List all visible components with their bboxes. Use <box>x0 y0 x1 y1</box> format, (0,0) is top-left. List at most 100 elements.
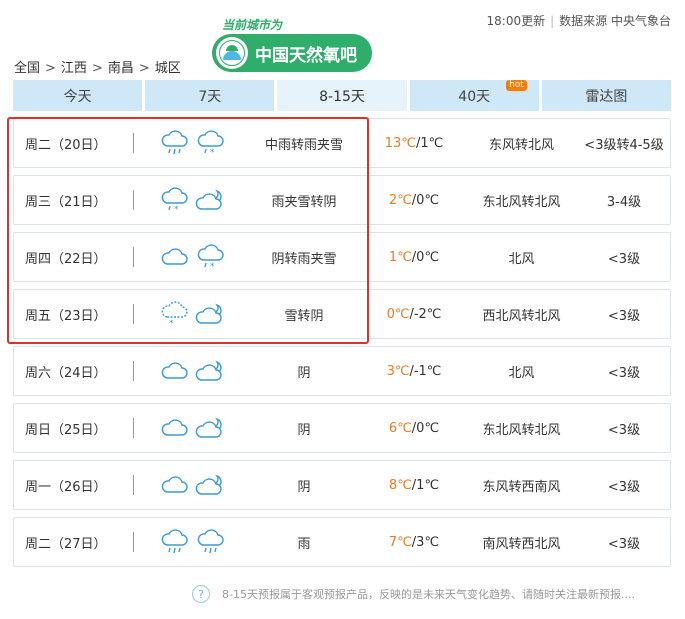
forecast-date: 周日（25日） <box>25 422 107 438</box>
forecast-row: 周三（21日） * 雨夹雪转阴 2℃/0℃ 东北风转北风 3-4级 <box>13 175 671 225</box>
wind-level: <3级 <box>607 536 641 552</box>
temp-low: /0℃ <box>411 420 440 436</box>
temperature: 13℃/1℃ <box>374 119 454 167</box>
divider <box>133 247 134 267</box>
tab-7-days[interactable]: 7天 <box>145 80 275 111</box>
forecast-row: 周五（23日） * 雪转阴 0℃/-2℃ 西北风转北风 <3级 <box>13 289 671 339</box>
question-icon[interactable]: ? <box>192 585 210 603</box>
update-time: 18:00更新 <box>486 14 546 28</box>
temperature: 2℃/0℃ <box>374 176 454 224</box>
cloud-rain-icon <box>197 529 224 554</box>
weather-description: 中雨转雨夹雪 <box>264 137 343 153</box>
cloud-snow-icon: * <box>161 301 188 327</box>
cloud-sleet-icon: * <box>161 187 188 213</box>
tab-8-15-days[interactable]: 8-15天 <box>277 80 407 111</box>
day-weather-icon <box>159 415 189 441</box>
temperature: 6℃/0℃ <box>374 404 454 452</box>
cloud-rain-icon <box>161 130 188 155</box>
cloud-icon <box>161 419 188 436</box>
night-weather-icon: * <box>195 244 225 270</box>
temp-low: /3℃ <box>411 534 440 550</box>
night-weather-icon <box>195 529 225 555</box>
wind-level: <3级 <box>607 308 641 324</box>
tab-40-days[interactable]: 40天 hot <box>409 80 539 111</box>
day-weather-icon <box>159 472 189 498</box>
wind-direction: 东北风转北风 <box>482 194 561 210</box>
forecast-date: 周二（20日） <box>25 137 107 153</box>
temp-high: 8℃ <box>388 477 412 493</box>
svg-text:*: * <box>169 319 174 327</box>
cloud-sleet-icon: * <box>197 130 224 156</box>
tab-radar[interactable]: 雷达图 <box>541 80 672 111</box>
wind-level: <3级 <box>607 422 641 438</box>
temp-high: 2℃ <box>388 192 412 208</box>
forecast-row: 周二（20日） * 中雨转雨夹雪 13℃/1℃ 东风转北风 <3级转4-5级 <box>13 118 671 168</box>
tab-40-days-label: 40天 <box>458 88 491 105</box>
temp-high: 1℃ <box>388 249 412 265</box>
weather-icons <box>159 518 229 566</box>
top-bar: 当前城市为 中国天然氧吧 18:00更新 | 数据来源 中央气象台 全国 > 江西 > 南昌… <box>0 0 685 80</box>
night-weather-icon <box>195 358 225 384</box>
wind-level: <3级转4-5级 <box>584 137 664 153</box>
wind-level: 3-4级 <box>606 194 642 210</box>
weather-icons: * <box>159 176 229 224</box>
temp-high: 6℃ <box>388 420 412 436</box>
day-weather-icon: * <box>159 301 189 327</box>
breadcrumb: 全国 > 江西 > 南昌 > 城区 <box>14 61 181 76</box>
svg-text:*: * <box>210 148 215 156</box>
update-meta: 18:00更新 | 数据来源 中央气象台 <box>486 14 671 28</box>
breadcrumb-province[interactable]: 江西 <box>61 61 87 76</box>
temp-low: /0℃ <box>411 249 440 265</box>
breadcrumb-national[interactable]: 全国 <box>14 61 40 76</box>
logo-badge: 中国天然氧吧 <box>212 34 372 72</box>
cloud-icon <box>161 248 188 265</box>
weather-description: 雪转阴 <box>284 308 324 324</box>
temp-high: 0℃ <box>386 306 410 322</box>
forecast-tabs: 今天 7天 8-15天 40天 hot 雷达图 <box>13 80 672 111</box>
night-weather-icon <box>195 187 225 213</box>
divider <box>133 304 134 324</box>
night-weather-icon: * <box>195 130 225 156</box>
breadcrumb-district[interactable]: 城区 <box>155 61 181 76</box>
wind-direction: 东风转北风 <box>488 137 554 153</box>
weather-icons <box>159 461 229 509</box>
day-weather-icon: * <box>159 187 189 213</box>
temp-low: /-2℃ <box>409 306 442 322</box>
breadcrumb-city[interactable]: 南昌 <box>108 61 134 76</box>
forecast-date: 周六（24日） <box>25 365 107 381</box>
forecast-row: 周四（22日） * 阴转雨夹雪 1℃/0℃ 北风 <3级 <box>13 232 671 282</box>
temp-high: 7℃ <box>388 534 412 550</box>
svg-text:*: * <box>174 205 179 213</box>
temperature: 3℃/-1℃ <box>374 347 454 395</box>
wind-direction: 南风转西北风 <box>482 536 561 552</box>
divider <box>133 475 134 495</box>
weather-icons: * <box>159 233 229 281</box>
oxygen-bar-logo[interactable]: 当前城市为 中国天然氧吧 <box>212 16 376 74</box>
weather-icons: * <box>159 119 229 167</box>
temp-low: /-1℃ <box>409 363 442 379</box>
svg-text:*: * <box>210 262 215 270</box>
cloud-icon <box>161 476 188 493</box>
moon-cloud-icon <box>195 189 222 210</box>
weather-description: 阴 <box>297 422 311 438</box>
temperature: 8℃/1℃ <box>374 461 454 509</box>
night-weather-icon <box>195 301 225 327</box>
day-weather-icon <box>159 244 189 270</box>
footnote: ? 8-15天预报属于客观预报产品，反映的是未来天气变化趋势、请随时关注最新预报… <box>192 585 635 603</box>
wind-direction: 东风转西南风 <box>482 479 561 495</box>
day-weather-icon <box>159 130 189 156</box>
weather-description: 雨夹雪转阴 <box>271 194 337 210</box>
hot-badge: hot <box>506 80 527 91</box>
tab-today[interactable]: 今天 <box>13 80 143 111</box>
data-source: 数据来源 中央气象台 <box>559 14 671 28</box>
weather-description: 阴 <box>297 365 311 381</box>
weather-icons <box>159 404 229 452</box>
moon-cloud-icon <box>195 417 222 438</box>
divider <box>133 133 134 153</box>
wind-direction: 北风 <box>508 365 535 381</box>
wind-level: <3级 <box>607 479 641 495</box>
forecast-date: 周一（26日） <box>25 479 107 495</box>
temp-low: /0℃ <box>411 192 440 208</box>
emblem-icon <box>216 37 248 69</box>
temp-low: /1℃ <box>411 477 440 493</box>
